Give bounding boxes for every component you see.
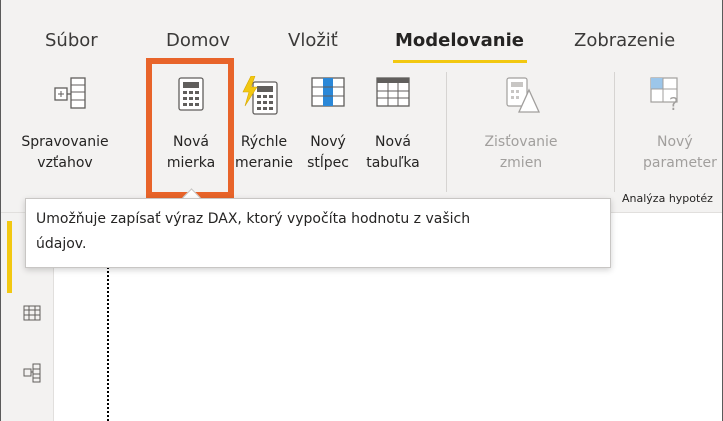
new-table-button[interactable]: Nová tabuľka xyxy=(361,64,425,192)
canvas-page-border xyxy=(107,262,109,421)
model-view-icon[interactable] xyxy=(23,363,41,383)
quick-measure-label-2: meranie xyxy=(235,155,293,171)
quick-measure-button[interactable]: Rýchle meranie xyxy=(233,64,295,192)
tab-zobrazenie[interactable]: Zobrazenie xyxy=(574,30,675,51)
tab-vlozit[interactable]: Vložiť xyxy=(288,30,338,51)
data-view-icon[interactable] xyxy=(23,305,41,321)
new-parameter-label-1: Nový xyxy=(657,134,693,150)
new-column-icon xyxy=(311,77,345,107)
manage-relationships-button[interactable]: Spravovanie vzťahov xyxy=(13,64,117,192)
active-tab-indicator xyxy=(393,60,527,63)
new-table-label-2: tabuľka xyxy=(366,155,420,171)
tooltip-text-line-1: Umožňuje zapísať výraz DAX, ktorý vypočí… xyxy=(36,211,471,227)
new-column-label-2: stĺpec xyxy=(307,155,349,171)
ribbon-separator xyxy=(446,72,447,192)
new-parameter-label-2: parameter xyxy=(643,155,717,171)
tab-domov[interactable]: Domov xyxy=(166,30,230,51)
tab-modelovanie[interactable]: Modelovanie xyxy=(395,30,524,51)
new-parameter-button[interactable]: ? Nový parameter xyxy=(625,64,723,192)
tooltip: Umožňuje zapísať výraz DAX, ktorý vypočí… xyxy=(25,198,611,268)
ribbon-separator xyxy=(614,72,615,192)
detect-changes-label-2: zmien xyxy=(499,155,543,171)
detect-changes-icon xyxy=(506,77,541,113)
group-label-what-if: Analýza hypotéz xyxy=(622,192,713,205)
detect-changes-label-1: Zisťovanie xyxy=(484,134,558,150)
highlight-frame xyxy=(146,58,234,198)
ribbon: Spravovanie vzťahov Nová mierka Rýchle m… xyxy=(1,64,722,213)
manage-relationships-label-1: Spravovanie xyxy=(21,134,109,150)
manage-relationships-label-2: vzťahov xyxy=(37,155,93,171)
quick-measure-icon xyxy=(242,76,278,115)
new-parameter-icon: ? xyxy=(650,77,679,112)
tooltip-text-line-2: údajov. xyxy=(36,236,87,252)
tab-subor[interactable]: Súbor xyxy=(45,30,98,51)
ribbon-tab-bar: Súbor Domov Vložiť Modelovanie Zobrazeni… xyxy=(1,0,722,64)
new-table-label-1: Nová xyxy=(375,134,411,150)
manage-relationships-icon xyxy=(54,77,86,109)
new-table-icon xyxy=(376,77,410,107)
new-column-button[interactable]: Nový stĺpec xyxy=(299,64,357,192)
active-view-indicator xyxy=(7,221,12,293)
detect-changes-button[interactable]: Zisťovanie zmien xyxy=(471,64,571,192)
quick-measure-label-1: Rýchle xyxy=(240,134,288,150)
svg-text:?: ? xyxy=(669,94,679,112)
new-column-label-1: Nový xyxy=(310,134,346,150)
